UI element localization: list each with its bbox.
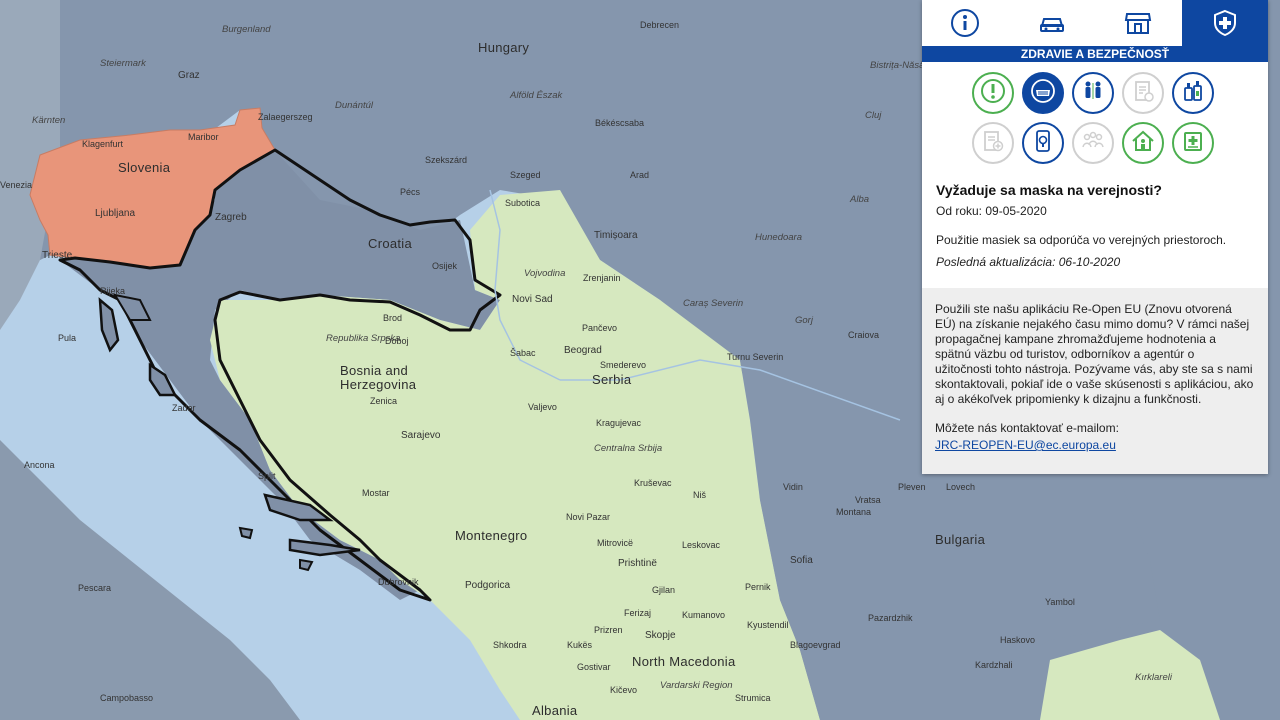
- store-icon: [1123, 8, 1153, 38]
- medical-kit-icon: [1180, 128, 1206, 159]
- document-plus-icon: [980, 128, 1006, 159]
- measure-info: Vyžaduje sa maska na verejnosti? Od roku…: [922, 182, 1268, 270]
- exclamation-icon: [980, 78, 1006, 109]
- measure-since: Od roku: 09-05-2020: [936, 204, 1047, 218]
- feedback-text: Použili ste našu aplikáciu Re-Open EU (Z…: [935, 302, 1254, 406]
- info-icon: [950, 8, 980, 38]
- category-gatherings[interactable]: [1071, 122, 1114, 164]
- category-general-measures[interactable]: [971, 72, 1014, 114]
- measure-description: Použitie masiek sa odporúča vo verejných…: [936, 233, 1227, 247]
- people-distance-icon: [1079, 77, 1107, 110]
- category-certificate[interactable]: [971, 122, 1014, 164]
- phone-tracing-icon: [1030, 128, 1056, 159]
- feedback-box: Použili ste našu aplikáciu Re-Open EU (Z…: [922, 288, 1268, 474]
- info-panel: ZDRAVIE A BEZPEČNOSŤ Vyžaduje sa maska n…: [922, 0, 1268, 474]
- contact-email-link[interactable]: JRC-REOPEN-EU@ec.europa.eu: [935, 438, 1116, 452]
- tab-shops[interactable]: [1095, 0, 1182, 46]
- face-mask-icon: [1029, 77, 1057, 110]
- tab-info[interactable]: [922, 0, 1009, 46]
- document-check-icon: [1130, 78, 1156, 109]
- sanitizer-icon: [1179, 77, 1207, 110]
- tab-transport[interactable]: [1008, 0, 1095, 46]
- category-hygiene[interactable]: [1171, 72, 1214, 114]
- measure-title: Vyžaduje sa maska na verejnosti?: [936, 182, 1162, 198]
- category-documents[interactable]: [1121, 72, 1164, 114]
- group-icon: [1079, 127, 1107, 160]
- section-title: ZDRAVIE A BEZPEČNOSŤ: [922, 46, 1268, 62]
- car-icon: [1037, 8, 1067, 38]
- category-tracing-app[interactable]: [1021, 122, 1064, 164]
- shield-cross-icon: [1210, 8, 1240, 38]
- category-icon-grid: [940, 62, 1240, 164]
- island-vis: [238, 526, 254, 540]
- category-distancing[interactable]: [1071, 72, 1114, 114]
- contact-label: Môžete nás kontaktovať e-mailom:: [935, 421, 1119, 435]
- panel-tabs: [922, 0, 1268, 46]
- tab-health[interactable]: [1181, 0, 1268, 46]
- home-person-icon: [1129, 127, 1157, 160]
- category-face-mask[interactable]: [1021, 72, 1064, 114]
- category-stay-home[interactable]: [1121, 122, 1164, 164]
- measure-updated: Posledná aktualizácia: 06-10-2020: [936, 255, 1121, 269]
- category-medical[interactable]: [1171, 122, 1214, 164]
